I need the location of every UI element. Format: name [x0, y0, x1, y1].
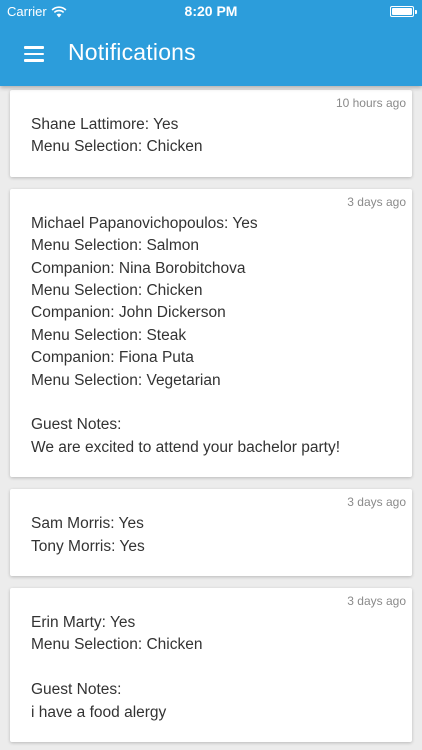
notification-time: 3 days ago	[347, 194, 406, 209]
battery-icon	[390, 6, 417, 17]
notification-line: Guest Notes:	[31, 416, 122, 434]
notification-time: 3 days ago	[347, 594, 406, 609]
notification-line: Shane Lattimore: Yes	[31, 116, 179, 133]
hamburger-menu-icon[interactable]	[16, 40, 52, 68]
notification-line: Erin Marty: Yes	[31, 614, 136, 632]
notification-line: Companion: Nina Borobitchova	[31, 259, 246, 277]
notification-card[interactable]: 3 days ago Sam Morris: Yes Tony Morris: …	[10, 489, 412, 577]
notification-list[interactable]: 10 hours ago Shane Lattimore: Yes Menu S…	[10, 90, 412, 750]
notification-time: 10 hours ago	[335, 96, 406, 110]
notification-line: Tony Morris: Yes	[31, 537, 145, 555]
notification-line: We are excited to attend your bachelor p…	[31, 438, 341, 456]
notification-line: i have a food alergy	[31, 703, 167, 721]
notification-line: Michael Papanovichopoulos: Yes	[31, 214, 258, 232]
notification-line: Menu Selection: Steak	[31, 326, 187, 344]
notification-line: Guest Notes:	[31, 681, 122, 699]
notification-card[interactable]: 10 hours ago Shane Lattimore: Yes Menu S…	[10, 90, 412, 177]
notification-line: Companion: Fiona Puta	[31, 349, 194, 367]
notification-line: Sam Morris: Yes	[31, 515, 144, 533]
status-time: 8:20 PM	[184, 3, 238, 19]
notification-body: Michael Papanovichopoulos: Yes Menu Sele…	[10, 189, 412, 477]
notification-line: Menu Selection: Chicken	[31, 138, 203, 156]
app-screen: Carrier 8:20 PM Notifications 10 hours a…	[0, 0, 422, 750]
notification-time: 3 days ago	[347, 495, 406, 510]
notification-line: Menu Selection: Salmon	[31, 237, 200, 255]
page-title: Notifications	[68, 39, 196, 65]
notification-line: Menu Selection: Chicken	[31, 636, 203, 654]
notification-body: Erin Marty: Yes Menu Selection: Chicken …	[10, 588, 412, 742]
notification-card[interactable]: 3 days ago Erin Marty: Yes Menu Selectio…	[10, 588, 412, 743]
notification-line: Menu Selection: Vegetarian	[31, 371, 221, 389]
app-bar: Carrier 8:20 PM Notifications	[0, 0, 422, 86]
notification-line: Companion: John Dickerson	[31, 304, 226, 322]
notification-line: Menu Selection: Chicken	[31, 282, 203, 300]
status-bar: Carrier 8:20 PM	[0, 0, 422, 22]
header: Notifications	[0, 22, 422, 86]
notification-card[interactable]: 3 days ago Michael Papanovichopoulos: Ye…	[10, 188, 412, 478]
notification-line	[31, 657, 392, 679]
notification-line	[31, 392, 392, 414]
